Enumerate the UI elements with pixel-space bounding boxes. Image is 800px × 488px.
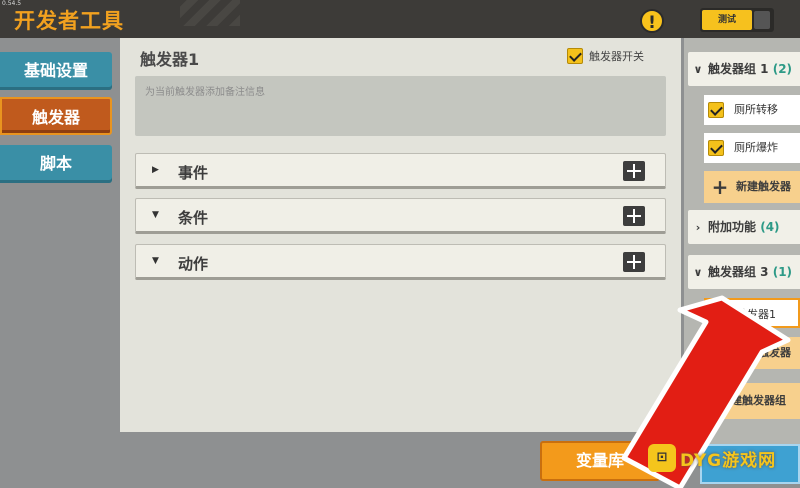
expand-right-icon[interactable]: ▶ [152,165,159,175]
chevron-down-icon: ∨ [693,266,703,279]
group-label: 附加功能 [708,220,757,234]
section-actions[interactable]: ▼ 动作 [135,244,666,280]
trigger-item-label: 厕所转移 [734,103,778,116]
section-label: 条件 [178,209,209,227]
trigger-editor-panel: 触发器1 触发器开关 为当前触发器添加备注信息 ▶ 事件 ▼ 条件 ▼ 动作 [120,38,681,432]
add-event-button[interactable] [623,161,645,181]
trigger-item-toilet-explode[interactable]: 厕所爆炸 [704,133,800,163]
alert-icon[interactable]: ! [640,9,664,33]
group-label: 触发器组 1 [708,62,769,76]
group-count: (4) [760,220,780,234]
section-label: 动作 [178,255,209,273]
trigger-switch-label: 触发器开关 [589,50,644,63]
variable-library-button[interactable]: 变量库 [540,441,660,481]
expand-down-icon[interactable]: ▼ [152,210,159,220]
plus-icon: + [695,389,713,413]
watermark-text: DYG游戏网 [680,450,777,471]
section-conditions[interactable]: ▼ 条件 [135,198,666,234]
new-trigger-label: 新建触发器 [736,180,791,193]
note-input[interactable]: 为当前触发器添加备注信息 [135,76,666,136]
test-button[interactable]: 测试 [702,10,752,30]
new-trigger-group-label: 新建触发器组 [720,394,786,407]
chevron-down-icon: ∨ [693,63,703,76]
expand-down-icon[interactable]: ▼ [152,256,159,266]
addon-group[interactable]: › 附加功能 (4) [688,210,800,244]
note-placeholder: 为当前触发器添加备注信息 [145,87,265,98]
sidebar-item-basic-settings[interactable]: 基础设置 [0,52,112,90]
watermark: ⊡ DYG游戏网 [648,444,776,472]
add-action-button[interactable] [623,252,645,272]
toggle-knob [754,11,770,29]
trigger-title[interactable]: 触发器1 [140,46,199,70]
group-count: (1) [772,265,793,279]
trigger-switch-checkbox[interactable] [567,48,583,64]
trigger-switch[interactable]: 触发器开关 [567,48,644,64]
section-events[interactable]: ▶ 事件 [135,153,666,189]
add-condition-button[interactable] [623,206,645,226]
new-trigger-group-button[interactable]: + 新建触发器组 [688,383,800,419]
trigger-item-checkbox[interactable] [708,102,724,118]
group-label: 触发器组 3 [708,265,769,279]
trigger-item-toilet-move[interactable]: 厕所转移 [704,95,800,125]
trigger-item-checkbox[interactable] [708,140,724,156]
new-trigger-button[interactable]: + 新建触发器 [704,337,800,369]
decorative-stripes [180,0,240,26]
new-trigger-label: 新建触发器 [736,346,791,359]
trigger-group-1[interactable]: ∨ 触发器组 1 (2) [688,52,800,86]
group-count: (2) [772,62,793,76]
trigger-group-3[interactable]: ∨ 触发器组 3 (1) [688,255,800,289]
sidebar-item-scripts[interactable]: 脚本 [0,145,112,183]
trigger-item-trigger1[interactable]: 触发器1 [704,298,800,328]
plus-icon: + [711,175,729,199]
chevron-right-icon: › [695,221,701,234]
top-bar: 0.54.5 开发者工具 ! 测试 [0,0,800,38]
new-trigger-button[interactable]: + 新建触发器 [704,171,800,203]
sidebar-item-triggers[interactable]: 触发器 [0,97,112,135]
test-toggle[interactable]: 测试 [700,8,774,32]
app-title: 开发者工具 [14,9,124,33]
trigger-item-label: 触发器1 [736,308,776,321]
trigger-list-panel: ∨ 触发器组 1 (2) 厕所转移 厕所爆炸 + 新建触发器 › 附加功能 (4) ∨… [684,38,800,444]
sidebar: 基础设置 触发器 脚本 [0,38,118,488]
gamepad-icon: ⊡ [648,444,676,472]
plus-icon: + [711,341,729,365]
trigger-item-label: 厕所爆炸 [734,141,778,154]
section-label: 事件 [178,164,209,182]
